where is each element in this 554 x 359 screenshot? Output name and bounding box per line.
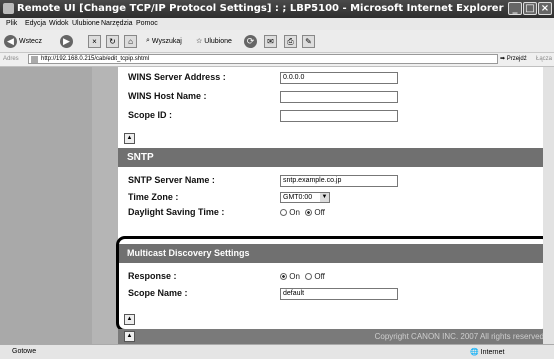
zone-label: Internet bbox=[480, 349, 505, 356]
home-button[interactable]: ⌂ bbox=[124, 34, 137, 48]
edit-icon: ✎ bbox=[302, 34, 315, 48]
go-button[interactable]: ➡ Przejdź bbox=[500, 55, 527, 62]
menu-bar: Plik Edycja Widok Ulubione Narzędzia Pom… bbox=[0, 18, 554, 30]
favorites-label: Ulubione bbox=[204, 37, 232, 45]
sntp-server-input[interactable]: sntp.example.co.jp bbox=[280, 175, 398, 187]
menu-favorites[interactable]: Ulubione bbox=[72, 20, 100, 27]
links-button[interactable]: Łącza bbox=[536, 56, 552, 62]
print-icon: ⎙ bbox=[284, 34, 297, 48]
history-button[interactable]: ⟳ bbox=[244, 34, 257, 48]
dst-on-radio[interactable] bbox=[280, 209, 287, 216]
ie-icon bbox=[3, 3, 14, 14]
address-bar: Adres http://192.168.0.215/cab/edit_tcpi… bbox=[0, 53, 554, 67]
home-icon: ⌂ bbox=[124, 34, 137, 48]
highlight-callout bbox=[116, 236, 551, 332]
wins-server-row: WINS Server Address : 0.0.0.0 bbox=[118, 70, 550, 87]
scope-id-row: Scope ID : bbox=[118, 108, 550, 125]
menu-edit[interactable]: Edycja bbox=[25, 20, 46, 27]
page-icon bbox=[31, 56, 38, 63]
stop-button[interactable]: × bbox=[88, 34, 101, 48]
menu-file[interactable]: Plik bbox=[6, 20, 17, 27]
edit-button[interactable]: ✎ bbox=[302, 34, 315, 48]
refresh-button[interactable]: ↻ bbox=[106, 34, 119, 48]
back-arrow-icon: ◀ bbox=[4, 34, 17, 48]
mail-icon: ✉ bbox=[264, 34, 277, 48]
wins-host-input[interactable] bbox=[280, 91, 398, 103]
status-bar: Gotowe 🌐 Internet bbox=[0, 344, 554, 359]
back-label: Wstecz bbox=[19, 37, 42, 45]
menu-view[interactable]: Widok bbox=[49, 20, 68, 27]
favorites-button[interactable]: ☆ Ulubione bbox=[196, 34, 232, 48]
star-icon: ☆ bbox=[196, 38, 203, 45]
stop-icon: × bbox=[88, 34, 101, 48]
refresh-icon: ↻ bbox=[106, 34, 119, 48]
vertical-scrollbar[interactable] bbox=[543, 67, 554, 344]
footer-collapse-icon[interactable]: ▲ bbox=[124, 331, 135, 342]
history-icon: ⟳ bbox=[244, 34, 257, 48]
go-label: Przejdź bbox=[506, 56, 527, 62]
forward-arrow-icon: ▶ bbox=[60, 34, 73, 48]
dst-radio-group: On Off bbox=[280, 208, 325, 217]
window-title: Remote UI [Change TCP/IP Protocol Settin… bbox=[17, 3, 504, 14]
wins-server-label: WINS Server Address : bbox=[128, 72, 226, 82]
dst-row: Daylight Saving Time : On Off bbox=[118, 205, 550, 222]
scope-id-label: Scope ID : bbox=[128, 110, 173, 120]
sntp-server-label: SNTP Server Name : bbox=[128, 175, 215, 185]
copyright-text: Copyright CANON INC. 2007 All rights res… bbox=[374, 332, 544, 341]
search-button[interactable]: ⌕ Wyszukaj bbox=[146, 34, 182, 48]
minimize-button[interactable]: _ bbox=[508, 2, 522, 15]
back-button[interactable]: ◀ Wstecz bbox=[4, 34, 42, 48]
scope-id-input[interactable] bbox=[280, 110, 398, 122]
menu-help[interactable]: Pomoc bbox=[136, 20, 158, 27]
page-footer: ▲ Copyright CANON INC. 2007 All rights r… bbox=[118, 329, 550, 344]
dst-off-radio[interactable] bbox=[305, 209, 313, 216]
wins-collapse-icon[interactable]: ▲ bbox=[124, 133, 135, 144]
dst-label: Daylight Saving Time : bbox=[128, 207, 225, 217]
forward-button[interactable]: ▶ bbox=[60, 34, 73, 48]
maximize-button[interactable]: □ bbox=[523, 2, 537, 15]
security-zone: 🌐 Internet bbox=[470, 349, 505, 356]
search-icon: ⌕ bbox=[146, 37, 150, 44]
address-input[interactable]: http://192.168.0.215/cab/edit_tcpip.shtm… bbox=[28, 54, 498, 64]
mail-button[interactable]: ✉ bbox=[264, 34, 277, 48]
left-nav-pane bbox=[0, 67, 92, 344]
close-button[interactable]: × bbox=[538, 2, 552, 15]
wins-server-input[interactable]: 0.0.0.0 bbox=[280, 72, 398, 84]
sntp-header-label: SNTP bbox=[127, 152, 154, 163]
address-url: http://192.168.0.215/cab/edit_tcpip.shtm… bbox=[41, 56, 150, 62]
toolbar: ◀ Wstecz ▶ × ↻ ⌂ ⌕ Wyszukaj ☆ Ulubione ⟳… bbox=[0, 30, 554, 53]
wins-host-row: WINS Host Name : bbox=[118, 89, 550, 106]
search-label: Wyszukaj bbox=[151, 37, 182, 45]
timezone-value: GMT0:00 bbox=[283, 194, 313, 201]
window-titlebar: Remote UI [Change TCP/IP Protocol Settin… bbox=[0, 0, 554, 18]
page-viewport: WINS Server Address : 0.0.0.0 WINS Host … bbox=[0, 67, 554, 344]
sntp-header: SNTP bbox=[118, 148, 550, 167]
print-button[interactable]: ⎙ bbox=[284, 34, 297, 48]
dst-on-label: On bbox=[289, 208, 300, 217]
dst-off-label: Off bbox=[314, 208, 325, 217]
sntp-server-row: SNTP Server Name : sntp.example.co.jp bbox=[118, 173, 550, 190]
menu-tools[interactable]: Narzędzia bbox=[101, 20, 133, 27]
timezone-select[interactable]: GMT0:00 ▼ bbox=[280, 192, 330, 203]
wins-host-label: WINS Host Name : bbox=[128, 91, 207, 101]
chevron-down-icon: ▼ bbox=[320, 193, 329, 202]
address-label: Adres bbox=[3, 56, 19, 62]
status-text: Gotowe bbox=[12, 348, 37, 355]
timezone-label: Time Zone : bbox=[128, 192, 179, 202]
